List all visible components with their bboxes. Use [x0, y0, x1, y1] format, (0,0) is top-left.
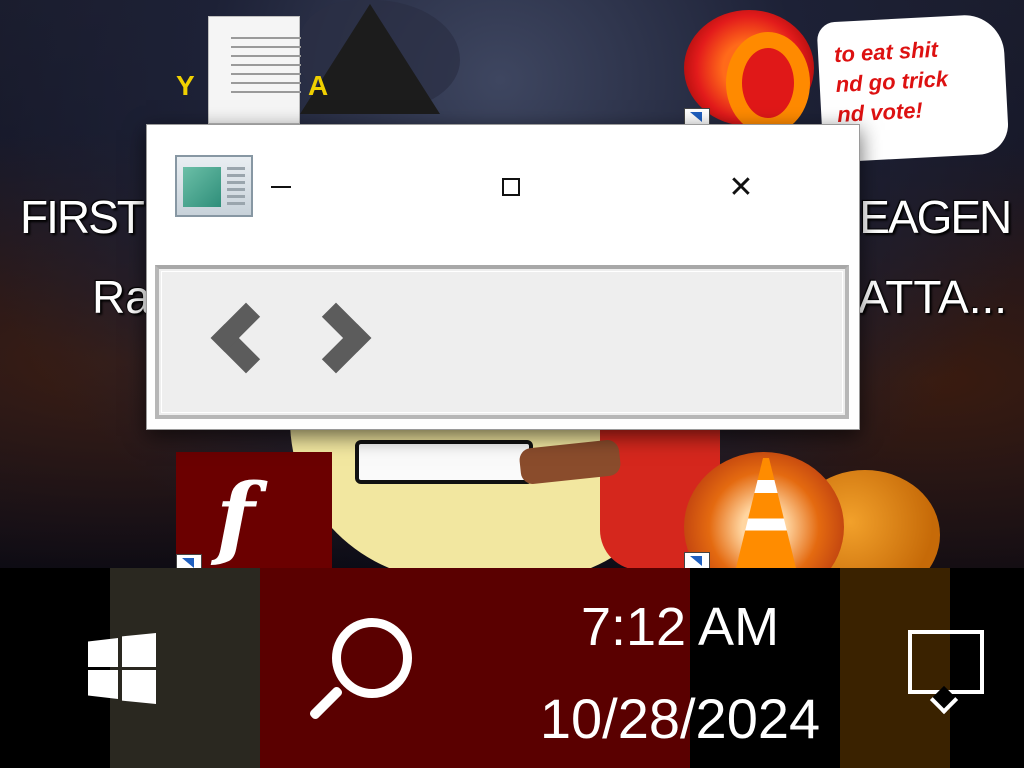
search-button[interactable]: [296, 614, 426, 726]
speech-line-2: nd go trick: [835, 66, 949, 98]
taskbar: 7:12 AM 10/28/2024: [0, 568, 1024, 768]
window-content: [155, 265, 849, 419]
desktop-label-right-line2: ATTA...: [858, 271, 1008, 323]
minimize-button[interactable]: [259, 165, 303, 209]
desktop-icon-opera[interactable]: [684, 10, 836, 134]
document-icon: [208, 16, 301, 124]
badge-letter-right: A: [308, 70, 329, 101]
maximize-icon: [502, 178, 520, 196]
clock-date: 10/28/2024: [539, 687, 821, 750]
clock-time: 7:12 AM: [580, 597, 780, 657]
desktop-label-left-line1: FIRST: [20, 191, 145, 243]
app-window[interactable]: ✕: [146, 124, 860, 430]
forward-chevron-icon: [300, 302, 372, 374]
shortcut-arrow-icon: [684, 552, 710, 568]
minimize-icon: [271, 186, 291, 188]
desktop-label-left-line2: Ra: [92, 271, 151, 323]
shortcut-arrow-icon: [176, 554, 202, 568]
window-titlebar[interactable]: ✕: [147, 125, 859, 257]
app-window-icon: [175, 155, 253, 217]
desktop-icon-flash[interactable]: f: [176, 452, 332, 568]
desktop-icon-document[interactable]: Y A: [176, 14, 328, 134]
opera-logo-ring: [726, 32, 810, 134]
taskbar-clock[interactable]: 7:12 AM 10/28/2024: [510, 582, 850, 762]
forward-button[interactable]: [300, 297, 395, 397]
close-icon: ✕: [728, 169, 754, 205]
badge-letter-left: Y: [176, 70, 195, 101]
back-button[interactable]: [195, 297, 282, 397]
cartoon-glasses-graphic: [355, 440, 533, 484]
maximize-button[interactable]: [489, 165, 533, 209]
start-button[interactable]: [82, 630, 160, 708]
desktop-icon-vlc[interactable]: [684, 452, 844, 568]
notification-button[interactable]: [904, 626, 990, 715]
close-button[interactable]: ✕: [719, 165, 763, 209]
back-chevron-icon: [210, 302, 282, 374]
flash-icon: f: [216, 464, 255, 568]
